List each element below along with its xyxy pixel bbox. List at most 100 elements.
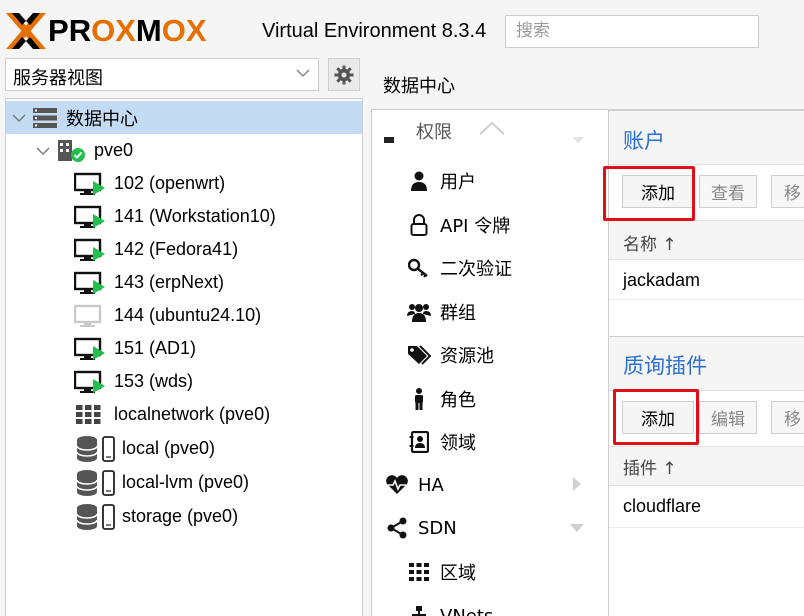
table-row[interactable]: cloudflare [609,486,804,528]
view-selector-value: 服务器视图 [13,68,103,89]
tree-item-label: 数据中心 [66,108,138,129]
column-plugin-label: 插件 ↑ [623,459,677,479]
menu-item-sdn[interactable]: SDN [384,508,457,548]
datacenter-server-icon [33,107,57,128]
content-header: 数据中心 [371,58,804,110]
accounts-add-button[interactable]: 添加 [622,175,694,208]
top-bar: PROXMOX Virtual Environment 8.3.4 [0,0,804,58]
node-online-icon [58,139,85,162]
tree-item-label: local (pve0) [122,438,216,458]
menu-group-permissions[interactable]: 权限 [384,120,452,160]
tree-item-label: 144 (ubuntu24.10) [114,305,262,325]
resource-tree: 数据中心 pve0 102 (openwrt) 141 (Workstation1… [5,98,363,616]
tree-item-guest[interactable]: 102 (openwrt) [74,167,225,200]
search-box[interactable] [505,15,759,48]
group-icon [406,302,432,322]
menu-item-label: 角色 [440,389,476,411]
menu-item[interactable]: 用户 [406,161,476,201]
accounts-grid-empty [609,300,804,336]
tree-item-guest[interactable]: 141 (Workstation10) [74,200,276,233]
plugins-column-header[interactable]: 插件 ↑ [609,447,804,486]
lock-icon [406,213,432,236]
menu-item[interactable]: API 令牌 [406,205,510,245]
menu-item-label: 用户 [440,172,476,193]
column-name-label: 名称 ↑ [623,235,677,255]
menu-item[interactable]: 领域 [406,422,476,462]
tree-item-guest[interactable]: local-lvm (pve0) [76,466,249,499]
plugins-grid-empty [609,528,804,616]
tree-item-guest[interactable]: local (pve0) [76,432,215,465]
tree-item-guest[interactable]: 151 (AD1) [74,332,196,365]
storage-icon [76,435,120,463]
grid-icon [406,563,432,581]
menu-item-label: 资源池 [440,346,494,367]
menu-item-label: 群组 [440,302,476,324]
accounts-toolbar: 添加 查看 移 [609,165,804,221]
chevron-down-icon [36,147,50,155]
chevron-down-icon [296,69,310,78]
menu-item-label: API 令牌 [440,215,511,237]
table-row[interactable]: jackadam [609,260,804,300]
plugins-edit-button[interactable]: 编辑 [699,401,757,434]
menu-item-ha[interactable]: HA [384,465,444,505]
scroll-up-icon[interactable] [479,120,505,136]
plugins-title: 质询插件 [623,354,707,378]
account-name: jackadam [623,270,701,290]
proxmox-logo[interactable]: PROXMOX [6,13,207,49]
tree-item-guest[interactable]: 143 (erpNext) [74,266,224,299]
content-title: 数据中心 [383,76,455,97]
accounts-title: 账户 [623,129,665,153]
plugins-add-button[interactable]: 添加 [622,401,694,434]
share-nodes-icon [384,517,410,539]
plugin-name: cloudflare [623,496,702,516]
tree-item-label: 102 (openwrt) [114,173,226,193]
tree-item-label: 142 (Fedora41) [114,239,239,259]
menu-item[interactable]: 群组 [406,292,476,332]
gear-icon [334,65,354,84]
menu-item[interactable]: 资源池 [406,335,494,375]
tree-item-datacenter[interactable]: 数据中心 [6,101,362,134]
settings-button[interactable] [328,58,360,91]
accounts-remove-button[interactable]: 移 [771,175,804,208]
tree-item-label: local-lvm (pve0) [122,472,250,492]
tree-item-node[interactable]: pve0 [36,134,133,167]
menu-item-zones[interactable]: 区域 [406,552,476,592]
vm-running-icon [74,271,106,295]
tree-item-guest[interactable]: 144 (ubuntu24.10) [74,299,261,332]
chevron-right-icon [573,477,581,491]
logo-wordmark: PROXMOX [48,13,207,48]
menu-group-label: 权限 [416,122,452,143]
tree-item-guest[interactable]: 142 (Fedora41) [74,233,238,266]
datacenter-menu: 权限 用户 API 令牌 二次验证 群组 资源池 角色 领域 HA SDN 区域… [371,110,609,616]
minus-icon [384,137,394,143]
heartbeat-icon [384,475,410,495]
role-icon [406,387,432,410]
plugins-toolbar: 添加 编辑 移 [609,391,804,447]
plugins-remove-button[interactable]: 移 [771,401,804,434]
vm-running-icon [74,172,106,196]
vm-running-icon [74,337,106,361]
tree-item-label: 151 (AD1) [114,338,197,358]
vm-stopped-icon [74,304,106,328]
tree-item-guest[interactable]: storage (pve0) [76,500,238,533]
menu-item[interactable]: 角色 [406,379,476,419]
tree-item-guest[interactable]: 153 (wds) [74,365,193,398]
tree-item-label: 141 (Workstation10) [114,206,276,226]
address-book-icon [406,431,432,453]
accounts-column-header[interactable]: 名称 ↑ [609,221,804,260]
menu-item-vnets[interactable]: VNets [406,596,493,616]
key-icon [406,258,432,278]
chevron-down-icon [572,137,584,143]
accounts-view-button[interactable]: 查看 [699,175,757,208]
tags-icon [406,345,432,365]
menu-item[interactable]: 二次验证 [406,248,512,288]
storage-icon [76,469,120,497]
menu-item-label: VNets [440,605,494,616]
plugins-panel-header: 质询插件 [609,336,804,391]
accounts-panel-header: 账户 [609,110,804,165]
tree-item-guest[interactable]: localnetwork (pve0) [74,398,270,431]
sitemap-icon [406,606,432,616]
search-input[interactable] [514,20,750,42]
view-selector[interactable]: 服务器视图 [5,58,319,91]
product-version: Virtual Environment 8.3.4 [262,20,487,42]
